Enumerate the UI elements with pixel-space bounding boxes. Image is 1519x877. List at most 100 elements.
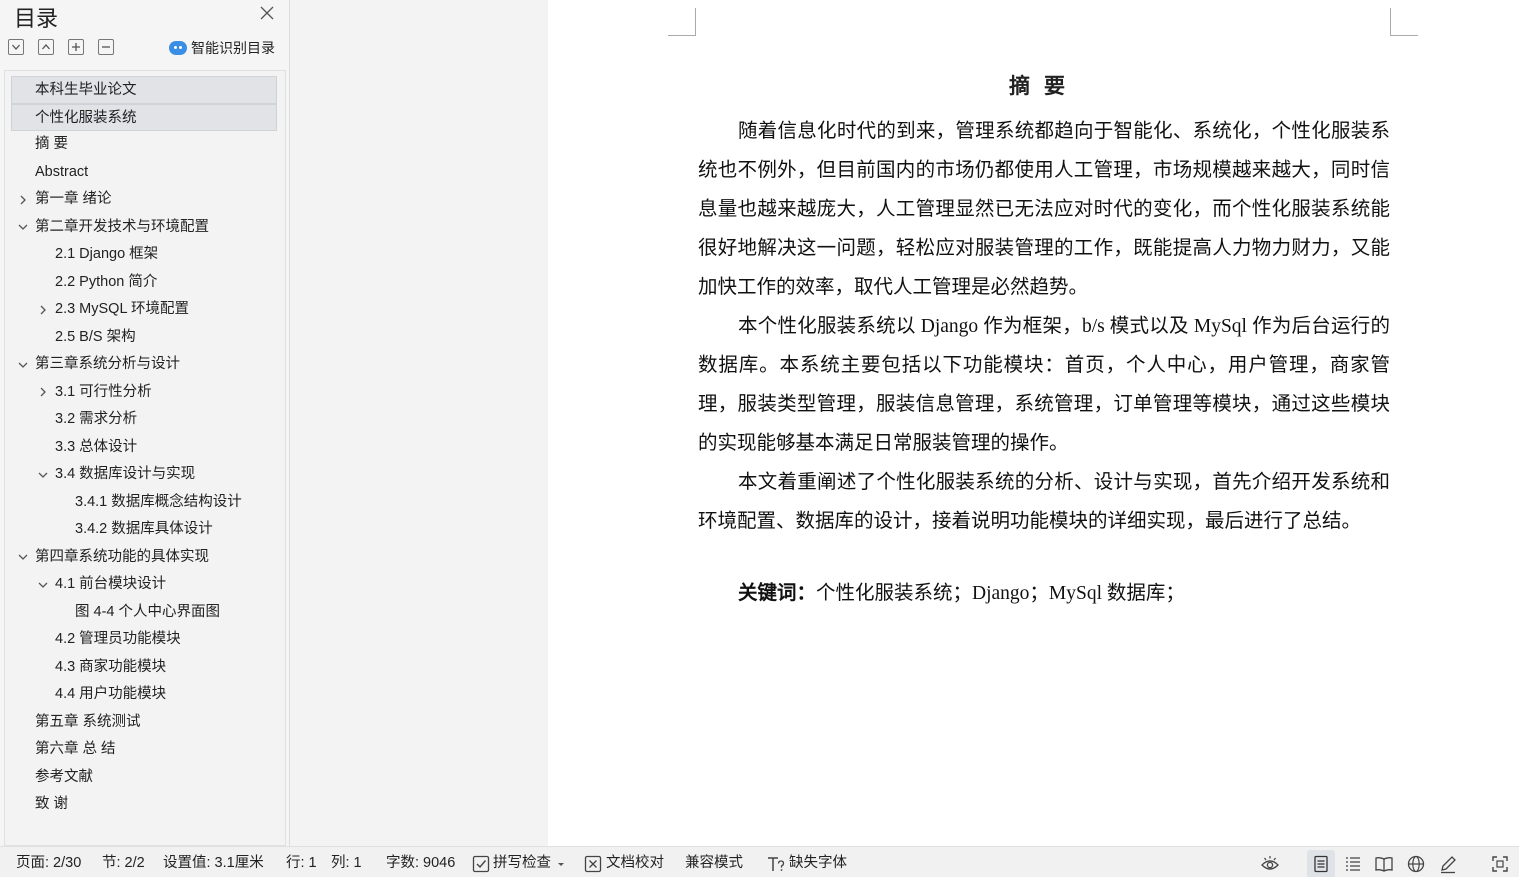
row-indicator: 行: 1 xyxy=(286,855,317,871)
toc-item[interactable]: 第六章 总 结 xyxy=(5,736,285,764)
toc-item-label: 3.3 总体设计 xyxy=(55,438,138,455)
abstract-paragraph: 随着信息化时代的到来，管理系统都趋向于智能化、系统化，个性化服装系统也不例外，但… xyxy=(698,121,1390,298)
page-indicator[interactable]: 页面: 2/30 xyxy=(16,847,81,877)
chevron-right-icon[interactable] xyxy=(37,379,49,406)
toc-sidebar: 目录 智能识别目录 本科生毕业论文 个性化服装系统摘 要 Abstract 第一章 绪… xyxy=(0,0,290,846)
toc-item-label: 4.2 管理员功能模块 xyxy=(55,631,181,647)
chevron-down-icon[interactable] xyxy=(17,544,29,571)
toc-item-label: 3.1 可行性分析 xyxy=(55,383,152,400)
missing-font-icon[interactable] xyxy=(766,854,786,874)
toc-item-label: 图 4-4 个人中心界面图 xyxy=(75,603,221,620)
proofread-button[interactable]: 文档校对 xyxy=(606,847,664,877)
sidebar-splitter[interactable] xyxy=(291,0,547,846)
toc-item[interactable]: 第五章 系统测试 xyxy=(5,709,285,737)
toc-item[interactable]: 3.1 可行性分析 xyxy=(5,379,285,407)
dropdown-arrow-icon[interactable] xyxy=(556,854,566,874)
toc-item[interactable]: 第二章开发技术与环境配置 xyxy=(5,214,285,242)
toc-item-label: 致 谢 xyxy=(35,796,69,812)
page-view-icon[interactable] xyxy=(1307,850,1335,877)
setting-indicator[interactable]: 设置值: 3.1厘米 xyxy=(163,847,264,877)
toc-item-label: 第二章开发技术与环境配置 xyxy=(35,218,209,235)
close-icon[interactable] xyxy=(258,4,276,22)
eye-icon[interactable] xyxy=(1260,854,1280,874)
toc-item[interactable]: 摘 要 xyxy=(5,131,285,159)
toc-item[interactable]: 图 4-4 个人中心界面图 xyxy=(5,599,285,627)
document-page[interactable]: 摘要 随着信息化时代的到来，管理系统都趋向于智能化、系统化，个性化服装系统也不例… xyxy=(548,0,1519,846)
expand-up-icon[interactable] xyxy=(38,39,54,55)
toc-list: 本科生毕业论文 个性化服装系统摘 要 Abstract 第一章 绪论第二章开发技术与环… xyxy=(5,76,285,819)
expand-icon[interactable] xyxy=(68,39,84,55)
toc-item[interactable]: 2.3 MySQL 环境配置 xyxy=(5,296,285,324)
toc-item[interactable]: 致 谢 xyxy=(5,791,285,819)
margin-corner-mark xyxy=(1390,8,1418,36)
spell-check-button[interactable]: 拼写检查 xyxy=(493,847,551,877)
toc-item-label: 第六章 总 结 xyxy=(35,741,116,757)
chevron-down-icon[interactable] xyxy=(37,461,49,488)
toc-item-label: 参考文献 xyxy=(35,768,93,785)
col-indicator: 列: 1 xyxy=(331,855,362,871)
toc-item[interactable]: 第三章系统分析与设计 xyxy=(5,351,285,379)
toc-item-label: 4.4 用户功能模块 xyxy=(55,686,167,702)
toc-item[interactable]: 3.3 总体设计 xyxy=(5,434,285,462)
toc-item-label: 4.3 商家功能模块 xyxy=(55,658,167,675)
abstract-paragraph: 本文着重阐述了个性化服装系统的分析、设计与实现，首先介绍开发系统和环境配置、数据… xyxy=(698,472,1390,532)
chevron-right-icon[interactable] xyxy=(17,186,29,213)
toc-item-label: 2.3 MySQL 环境配置 xyxy=(55,301,190,317)
compat-mode-label[interactable]: 兼容模式 xyxy=(685,847,743,877)
reading-view-icon[interactable] xyxy=(1374,854,1394,874)
chevron-down-icon[interactable] xyxy=(17,351,29,378)
toc-item[interactable]: 3.2 需求分析 xyxy=(5,406,285,434)
section-indicator[interactable]: 节: 2/2 xyxy=(102,847,145,877)
toc-item-label: 本科生毕业论文 xyxy=(35,82,137,98)
toc-item-label: 第四章系统功能的具体实现 xyxy=(35,548,209,565)
toc-item[interactable]: 3.4.1 数据库概念结构设计 xyxy=(5,489,285,517)
toc-item-label: 第五章 系统测试 xyxy=(35,713,141,730)
toc-item-label: 2.5 B/S 架构 xyxy=(55,328,136,345)
toc-item[interactable]: 个性化服装系统 xyxy=(11,103,277,131)
smart-toc-button[interactable]: 智能识别目录 xyxy=(169,38,275,58)
outline-view-icon[interactable] xyxy=(1343,854,1363,874)
toc-item-label: 3.2 需求分析 xyxy=(55,411,138,427)
proofread-icon[interactable] xyxy=(583,854,603,874)
chevron-down-icon[interactable] xyxy=(37,571,49,598)
toc-item-label: 3.4.1 数据库概念结构设计 xyxy=(75,493,242,510)
minus-icon[interactable] xyxy=(98,39,114,55)
abstract-paragraph: 本个性化服装系统以 Django 作为框架，b/s 模式以及 MySql 作为后… xyxy=(698,316,1390,454)
toc-item[interactable]: 第四章系统功能的具体实现 xyxy=(5,544,285,572)
chevron-down-icon[interactable] xyxy=(17,214,29,241)
toc-item[interactable]: 4.4 用户功能模块 xyxy=(5,681,285,709)
chevron-right-icon[interactable] xyxy=(37,296,49,323)
toc-item[interactable]: 3.4.2 数据库具体设计 xyxy=(5,516,285,544)
fullscreen-icon[interactable] xyxy=(1490,854,1510,874)
toc-item[interactable]: 4.1 前台模块设计 xyxy=(5,571,285,599)
toc-item[interactable]: 4.2 管理员功能模块 xyxy=(5,626,285,654)
toc-item[interactable]: 4.3 商家功能模块 xyxy=(5,654,285,682)
pen-icon[interactable] xyxy=(1438,854,1458,874)
page-title: 摘要 xyxy=(1009,74,1079,98)
toc-item[interactable]: 2.1 Django 框架 xyxy=(5,241,285,269)
missing-fonts-button[interactable]: 缺失字体 xyxy=(789,847,847,877)
toc-item-label: 3.4.2 数据库具体设计 xyxy=(75,521,213,537)
toc-item[interactable]: Abstract xyxy=(5,159,285,187)
collapse-all-icon[interactable] xyxy=(8,39,24,55)
toc-item[interactable]: 本科生毕业论文 xyxy=(11,76,277,104)
toc-item-label: 2.2 Python 简介 xyxy=(55,273,158,290)
keywords-line: 关键词：个性化服装系统；Django；MySql 数据库； xyxy=(738,574,1185,613)
toc-item[interactable]: 第一章 绪论 xyxy=(5,186,285,214)
keywords-text: 个性化服装系统；Django；MySql 数据库； xyxy=(816,583,1185,604)
toc-item-label: 个性化服装系统 xyxy=(35,109,137,126)
margin-corner-mark xyxy=(668,8,696,36)
toc-title: 目录 xyxy=(14,6,59,31)
toc-item-label: 2.1 Django 框架 xyxy=(55,246,159,262)
toc-item-label: 第三章系统分析与设计 xyxy=(35,356,180,372)
toc-item-label: 摘 要 xyxy=(35,136,69,152)
word-count[interactable]: 字数: 9046 xyxy=(386,847,455,877)
toc-item-label: Abstract xyxy=(35,163,89,180)
check-box-icon[interactable] xyxy=(471,854,491,874)
web-view-icon[interactable] xyxy=(1406,854,1426,874)
toc-item[interactable]: 2.5 B/S 架构 xyxy=(5,324,285,352)
toc-item[interactable]: 参考文献 xyxy=(5,764,285,792)
toc-item-label: 4.1 前台模块设计 xyxy=(55,576,167,592)
toc-item[interactable]: 2.2 Python 简介 xyxy=(5,269,285,297)
toc-item[interactable]: 3.4 数据库设计与实现 xyxy=(5,461,285,489)
